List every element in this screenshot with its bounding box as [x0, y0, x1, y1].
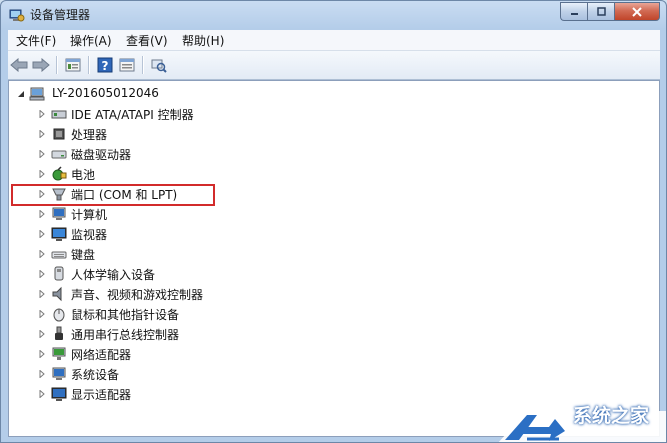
toolbar-separator: [88, 56, 90, 74]
tree-item-label: 通用串行总线控制器: [71, 328, 180, 342]
usb-icon: [55, 326, 63, 340]
toolbar-separator: [56, 56, 58, 74]
monitor-icon: [51, 227, 67, 241]
tree-item-label: 处理器: [71, 128, 108, 142]
tree-item[interactable]: 键盘: [9, 245, 409, 263]
menu-action[interactable]: 操作(A): [70, 32, 112, 49]
device-tree[interactable]: LY-201605012046 IDE ATA/ATAPI 控制器 处理器磁盘驱动…: [8, 80, 660, 437]
menu-help[interactable]: 帮助(H): [182, 32, 224, 49]
ide-controller-icon: [51, 110, 67, 119]
tree-item[interactable]: 磁盘驱动器: [9, 145, 409, 163]
collapsed-arrow-icon[interactable]: [38, 390, 46, 398]
tree-item-label: 键盘: [71, 248, 96, 262]
scan-hardware-icon: [151, 59, 167, 73]
tree-item-label: IDE ATA/ATAPI 控制器: [71, 108, 194, 122]
show-hidden-button[interactable]: [118, 56, 136, 74]
properties-button[interactable]: [64, 56, 82, 74]
maximize-icon: [596, 7, 606, 16]
tree-item[interactable]: 电池: [9, 165, 409, 183]
collapsed-arrow-icon[interactable]: [38, 350, 46, 358]
device-manager-window: 设备管理器 文件(F) 操作(A) 查看(V) 帮助(H) ? LY-20160…: [0, 0, 667, 443]
system-icon: [52, 367, 66, 380]
tree-item-label: 鼠标和其他指针设备: [71, 308, 180, 322]
collapsed-arrow-icon[interactable]: [38, 230, 46, 238]
maximize-button[interactable]: [587, 2, 614, 21]
collapsed-arrow-icon[interactable]: [38, 170, 46, 178]
tree-item-label: 显示适配器: [71, 388, 132, 402]
processor-icon: [53, 128, 65, 140]
device-manager-icon: [9, 9, 25, 22]
computer-icon: [52, 207, 66, 220]
mouse-icon: [53, 308, 65, 322]
menu-bar: 文件(F) 操作(A) 查看(V) 帮助(H): [8, 30, 660, 51]
caption-buttons: [560, 2, 660, 21]
sound-icon: [52, 286, 62, 302]
properties-icon: [65, 58, 81, 72]
collapsed-arrow-icon[interactable]: [38, 130, 46, 138]
collapsed-arrow-icon[interactable]: [38, 110, 46, 118]
tree-item-label: 监视器: [71, 228, 108, 242]
back-icon: [10, 58, 28, 72]
collapsed-arrow-icon[interactable]: [38, 330, 46, 338]
tree-item-label: 人体学输入设备: [71, 268, 156, 282]
battery-icon: [52, 166, 67, 181]
scan-hardware-button[interactable]: [150, 56, 168, 74]
help-button[interactable]: ?: [96, 56, 114, 74]
root-label: LY-201605012046: [52, 86, 159, 100]
expanded-arrow-icon[interactable]: [17, 90, 25, 98]
show-hidden-icon: [119, 58, 135, 72]
tree-item-label: 计算机: [71, 208, 108, 222]
tree-item-label: 网络适配器: [71, 348, 132, 362]
tree-item-label: 声音、视频和游戏控制器: [71, 288, 204, 302]
collapsed-arrow-icon[interactable]: [38, 150, 46, 158]
tree-item[interactable]: 人体学输入设备: [9, 265, 409, 283]
watermark-text: 系统之家: [573, 405, 650, 427]
collapsed-arrow-icon[interactable]: [38, 370, 46, 378]
keyboard-icon: [51, 251, 67, 259]
network-icon: [52, 347, 66, 360]
collapsed-arrow-icon[interactable]: [38, 250, 46, 258]
highlight-box: [11, 184, 215, 206]
tree-item[interactable]: 处理器: [9, 125, 409, 143]
forward-icon: [32, 58, 50, 72]
collapsed-arrow-icon[interactable]: [38, 210, 46, 218]
tree-item[interactable]: 通用串行总线控制器: [9, 325, 409, 343]
minimize-button[interactable]: [560, 2, 587, 21]
forward-button[interactable]: [32, 56, 50, 74]
help-icon: ?: [97, 57, 113, 73]
back-button[interactable]: [10, 56, 28, 74]
hid-icon: [54, 266, 64, 281]
menu-file[interactable]: 文件(F): [16, 32, 56, 49]
tree-item[interactable]: IDE ATA/ATAPI 控制器: [9, 105, 409, 123]
collapsed-arrow-icon[interactable]: [38, 290, 46, 298]
minimize-icon: [570, 13, 578, 15]
tree-item[interactable]: 显示适配器: [9, 385, 409, 403]
display-adapter-icon: [51, 387, 67, 401]
close-button[interactable]: [614, 2, 660, 21]
tree-item[interactable]: 鼠标和其他指针设备: [9, 305, 409, 323]
tree-item-label: 磁盘驱动器: [71, 148, 132, 162]
computer-root-icon: [29, 87, 45, 101]
svg-text:?: ?: [102, 59, 109, 73]
menu-view[interactable]: 查看(V): [126, 32, 168, 49]
close-icon: [632, 6, 642, 17]
tree-item-label: 系统设备: [71, 368, 120, 382]
toolbar-separator: [142, 56, 144, 74]
window-title: 设备管理器: [30, 8, 91, 22]
tree-item[interactable]: 计算机: [9, 205, 409, 223]
tree-item[interactable]: 系统设备: [9, 365, 409, 383]
tree-item[interactable]: 监视器: [9, 225, 409, 243]
tree-item[interactable]: 声音、视频和游戏控制器: [9, 285, 409, 303]
collapsed-arrow-icon[interactable]: [38, 270, 46, 278]
title-bar[interactable]: 设备管理器: [1, 1, 666, 29]
tree-item-label: 电池: [71, 168, 96, 182]
toolbar: ?: [8, 51, 660, 80]
collapsed-arrow-icon[interactable]: [38, 310, 46, 318]
tree-item[interactable]: 网络适配器: [9, 345, 409, 363]
disk-drive-icon: [51, 150, 67, 159]
tree-root[interactable]: LY-201605012046: [9, 85, 409, 103]
